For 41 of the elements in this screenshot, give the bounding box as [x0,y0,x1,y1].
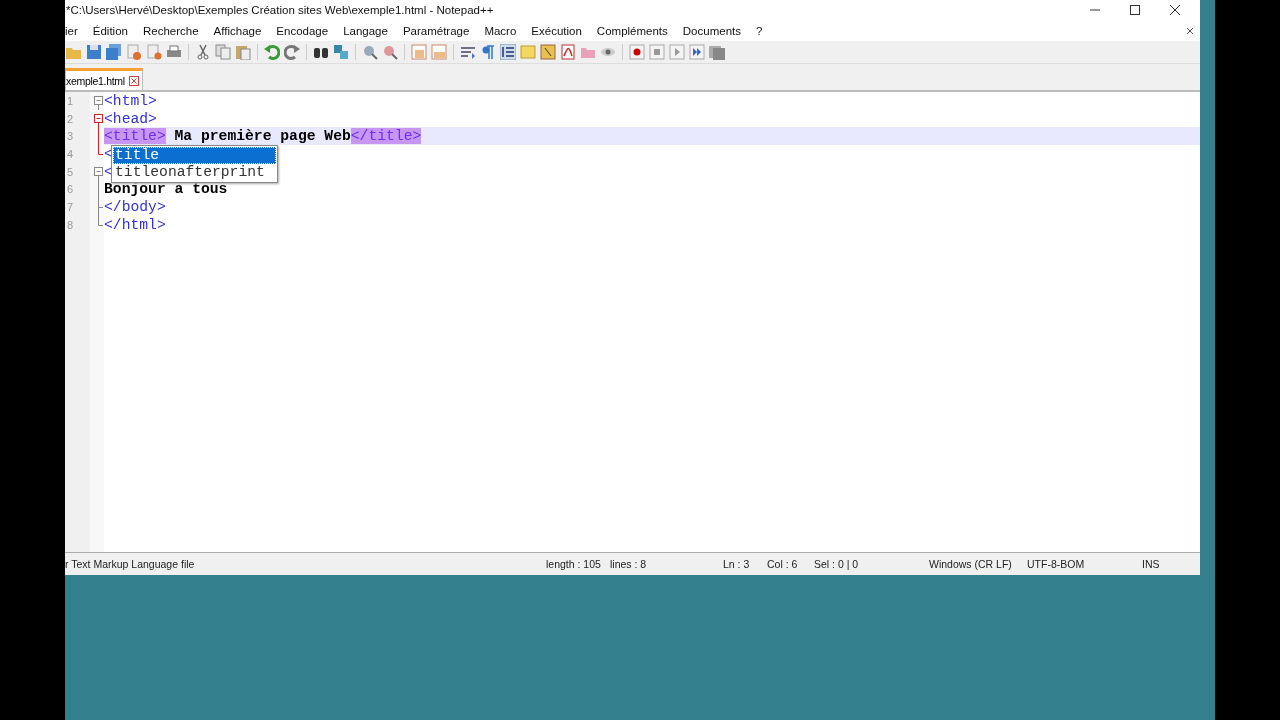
menu-item[interactable]: Affichage [213,24,269,37]
file-type-label: r Text Markup Language file [65,558,196,570]
code-text: Bonjour a tous [104,181,228,198]
lines-count-label: lines : 8 [610,558,648,570]
line-number: 8 [66,218,74,231]
menu-item[interactable]: Langage [343,24,395,37]
menu-item[interactable]: Édition [92,24,135,37]
window-title: *C:\Users\Hervé\Desktop\Exemples Création sites Web\exemple1.html - Notepad++ [65,4,495,16]
suggestion-item[interactable]: title [113,147,276,164]
html-tag: <head> [104,110,157,127]
insert-mode-label: INS [1142,558,1160,570]
line-number: 3 [66,130,74,143]
line-number: 5 [66,165,74,178]
menu-item[interactable]: Recherche [142,24,206,37]
html-tag: </title> [350,128,422,145]
html-tag: <html> [104,92,157,109]
line-number: 7 [66,200,74,213]
html-tag: </body> [104,198,166,215]
menu-item[interactable]: ? [756,24,770,37]
menu-item[interactable]: Paramétrage [402,24,477,37]
menu-item[interactable]: ier [65,24,85,37]
file-tab[interactable]: xemple1.html [65,68,143,90]
suggestion-item[interactable]: titleonafterprint [113,164,276,181]
length-label: length : 105 [546,558,602,570]
line-number: 1 [66,94,74,107]
menu-item[interactable]: Encodage [276,24,336,37]
menu-item[interactable]: Exécution [531,24,589,37]
html-tag: </html> [104,216,166,233]
line-ending-label: Windows (CR LF) [929,558,1013,570]
encoding-label: UTF-8-BOM [1027,558,1086,570]
menu-item[interactable]: Documents [682,24,748,37]
selection-label: Sel : 0 | 0 [814,558,860,570]
html-tag: <title> [104,128,166,145]
menu-item[interactable]: Macro [484,24,524,37]
column-label: Col : 6 [767,558,799,570]
code-text: Ma première page Web [173,128,351,145]
line-number: 2 [66,112,74,125]
line-label: Ln : 3 [723,558,751,570]
line-number: 4 [66,147,74,160]
menu-item[interactable]: Compléments [596,24,675,37]
line-number: 6 [66,183,74,196]
